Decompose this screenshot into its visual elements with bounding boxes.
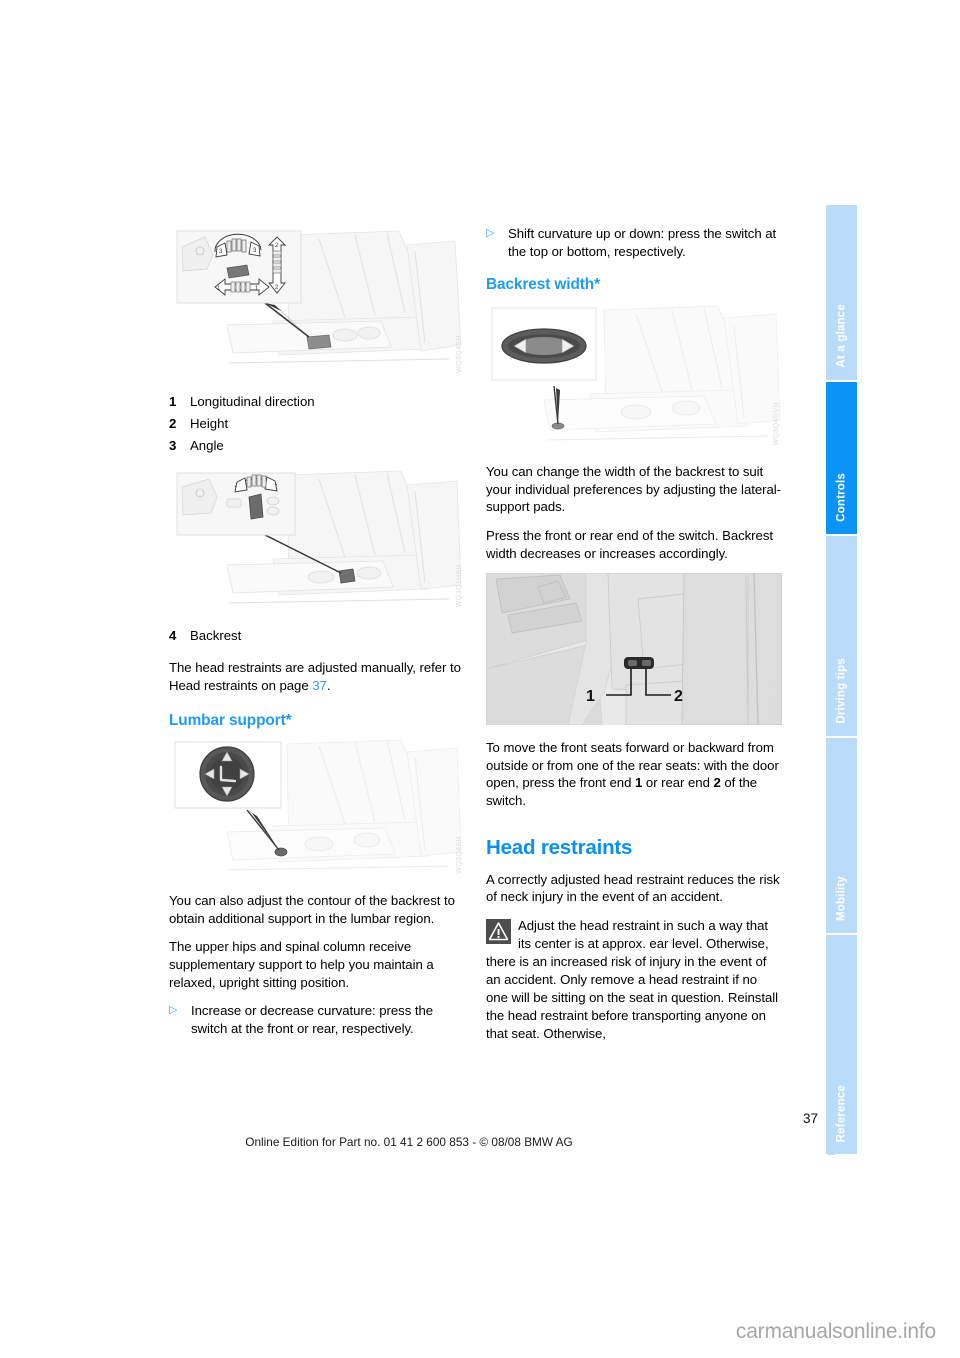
figure-code: WQ3Q4SH [456,836,463,875]
legend-number: 2 [169,416,177,431]
bullet-increase-curvature: ▷ Increase or decrease curvature: press … [169,1002,465,1037]
head-restraints-intro: A correctly adjusted head restraint redu… [486,871,780,905]
sidebar-item-at-a-glance[interactable]: At a glance [826,205,857,380]
head-restraints-reference-paragraph: The head restraints are adjusted manuall… [169,659,465,694]
legend-label: Height [190,416,229,431]
triangle-bullet-icon: ▷ [486,227,495,239]
lumbar-paragraph-2: The upper hips and spinal column receive… [169,939,434,990]
figure-code: WQ3Q4GVN [773,401,780,446]
legend-number: 1 [169,394,177,409]
figure-backrest-width-switch: WQ3Q4GVN [486,304,782,450]
lumbar-paragraph-1: You can also adjust the contour of the b… [169,893,455,926]
page-number: 37 [802,1111,818,1126]
figure-backrest-switch: WQ3Q1HSH [169,469,465,611]
heading-head-restraints: Head restraints [486,835,633,859]
seat-controls-legend: 1 Longitudinal direction 2 Height 3 Angl… [169,391,465,457]
legend-item: 2 Height [169,413,465,435]
figure-code: WQ3SSGVN [773,677,780,722]
backrest-legend: 4 Backrest [169,625,465,647]
figure-door-seat-switch: 1 2 WQ3SSGVN [486,573,782,726]
legend-item: 1 Longitudinal direction [169,391,465,413]
manual-page: At a glance Controls Driving tips Mobili… [0,0,960,1358]
figure-lumbar-support-button: WQ3Q4SH [169,740,465,879]
door-seat-switch-illustration: 1 2 [486,573,782,726]
legend-number: 3 [169,438,177,453]
bullet-text: Shift curvature up or down: press the sw… [508,226,777,259]
legend-item: 3 Angle [169,435,465,457]
backrest-width-illustration [486,304,782,450]
sidebar-item-driving-tips[interactable]: Driving tips [826,536,857,736]
seat-adjustment-illustration: 3 3 1 1 2 2 [169,225,465,377]
sidebar-item-label: Driving tips [835,658,847,724]
sidebar-item-controls[interactable]: Controls [826,382,857,534]
reference-text-after: . [326,677,331,693]
bullet-shift-curvature: ▷ Shift curvature up or down: press the … [486,225,782,260]
callout-number-1: 1 [586,688,595,705]
sidebar-item-label: At a glance [835,304,847,368]
site-watermark: carmanualsonline.info [735,1320,936,1343]
callout-ref-2: 2 [713,775,721,791]
figure-seat-adjustment-switch: 3 3 1 1 2 2 WQ3Q4SH [169,225,465,377]
legend-label: Angle [190,438,224,453]
warning-triangle-icon [486,918,511,944]
figure-code: WQ3Q4SH [456,335,463,373]
right-content-column: ▷ Shift curvature up or down: press the … [486,225,782,1054]
footer-accent-bar [828,1122,835,1155]
sidebar-item-label: Mobility [835,875,847,921]
page-cross-reference-link[interactable]: 37 [312,678,327,693]
lumbar-support-illustration [169,740,465,879]
backrest-switch-illustration [169,469,465,611]
triangle-bullet-icon: ▷ [169,1004,178,1017]
bullet-text: Increase or decrease curvature: press th… [191,1003,434,1036]
warning-block: Adjust the head restraint in such a way … [486,917,782,1043]
heading-backrest-width: Backrest width* [486,276,600,294]
section-tab-nav: At a glance Controls Driving tips Mobili… [826,205,857,1154]
left-content-column: 3 3 1 1 2 2 WQ3Q4SH 1 Longitudinal direc… [169,225,465,1048]
figure-code: WQ3Q1HSH [456,563,463,607]
legend-item: 4 Backrest [169,625,465,647]
legend-label: Backrest [190,628,242,643]
heading-lumbar-support: Lumbar support* [169,712,292,730]
legend-number: 4 [169,628,177,643]
callout-number-2: 2 [674,688,683,705]
footer-edition-note: Online Edition for Part no. 01 41 2 600 … [245,1135,573,1149]
warning-text: Adjust the head restraint in such a way … [486,917,778,1041]
move-seats-paragraph: To move the front seats forward or backw… [486,739,782,809]
backrest-width-paragraph-2: Press the front or rear end of the switc… [486,527,773,561]
sidebar-item-label: Controls [835,473,847,522]
legend-label: Longitudinal direction [190,394,315,409]
backrest-width-paragraph-1: You can change the width of the backrest… [486,464,781,515]
move-seats-text-2: or rear end [642,775,714,791]
sidebar-item-mobility[interactable]: Mobility [826,738,857,933]
